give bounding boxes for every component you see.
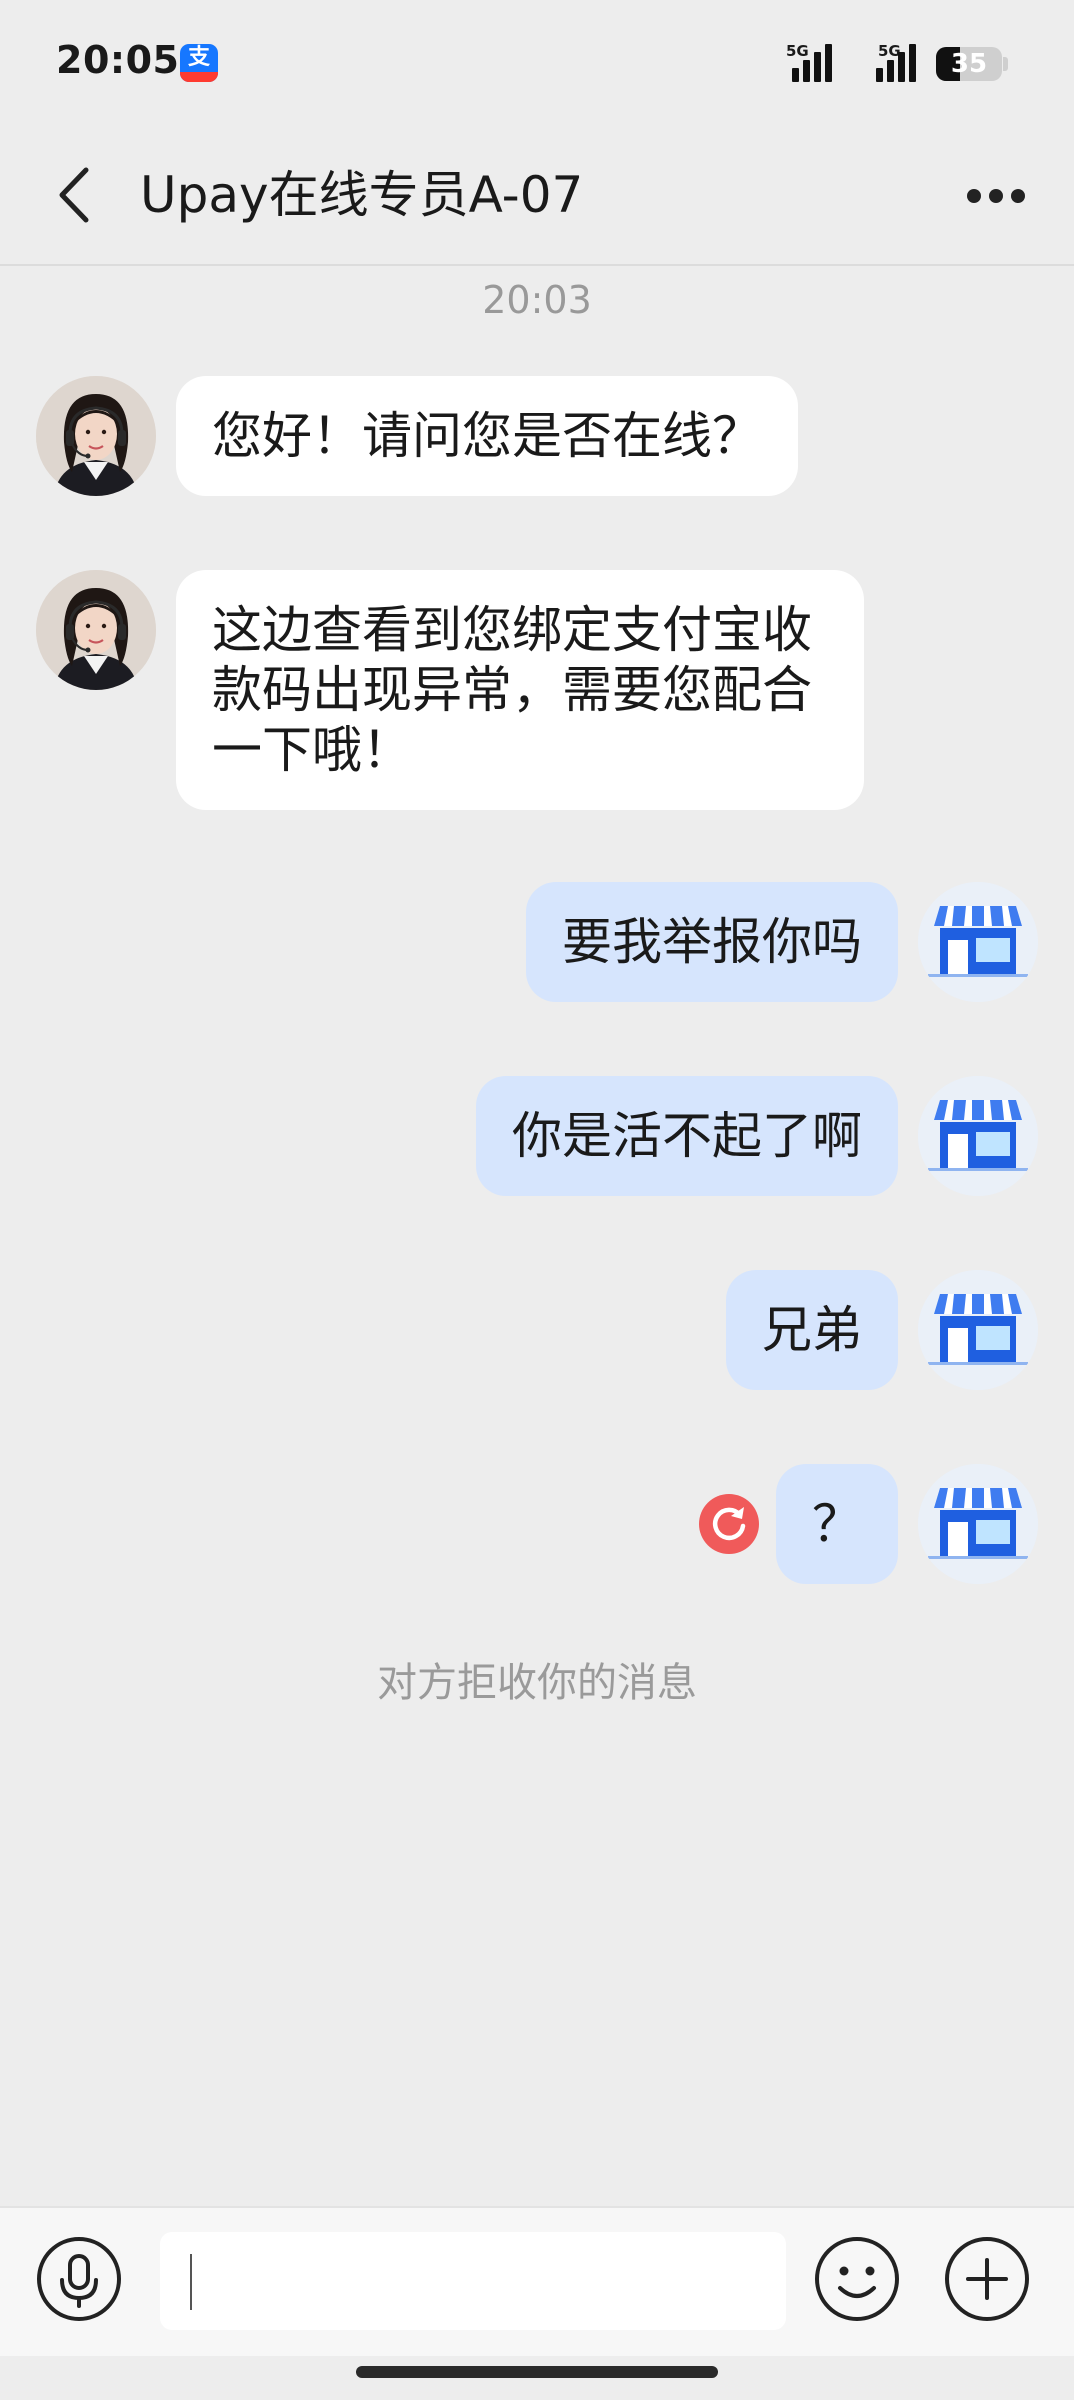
cellular-signal-icon: 5G <box>786 42 844 82</box>
shop-icon <box>918 882 1038 1002</box>
message-text: 兄弟 <box>762 1301 862 1359</box>
my-avatar[interactable] <box>918 1076 1038 1196</box>
chevron-left-icon <box>59 167 89 223</box>
input-bar <box>0 2206 1074 2356</box>
message-text: ？ <box>812 1495 862 1553</box>
message-bubble[interactable]: 你是活不起了啊 <box>476 1076 898 1196</box>
message-text: 要我举报你吗 <box>562 913 862 971</box>
message-text: 您好！请问您是否在线？ <box>212 407 762 465</box>
message-text-line: 款码出现异常，需要您配合 <box>212 661 812 719</box>
message-bubble[interactable]: 这边查看到您绑定支付宝收 款码出现异常，需要您配合 一下哦！ <box>176 570 864 810</box>
agent-avatar-icon <box>36 570 156 690</box>
my-avatar[interactable] <box>918 882 1038 1002</box>
emoji-button[interactable] <box>814 2236 900 2322</box>
battery-icon: 35 <box>936 47 1002 81</box>
shop-icon <box>918 1270 1038 1390</box>
chat-header: Upay在线专员A-07 <box>0 130 1074 266</box>
message-text-line: 这边查看到您绑定支付宝收 <box>212 601 812 659</box>
home-indicator[interactable] <box>356 2366 718 2378</box>
voice-button[interactable] <box>36 2236 122 2322</box>
cellular-signal-icon-2: 5G <box>864 42 922 82</box>
agent-avatar-icon <box>36 376 156 496</box>
agent-avatar[interactable] <box>36 376 156 496</box>
plus-icon <box>945 2237 1029 2321</box>
agent-avatar[interactable] <box>36 570 156 690</box>
more-actions-button[interactable] <box>944 2236 1030 2322</box>
message-bubble[interactable]: 兄弟 <box>726 1270 898 1390</box>
shop-icon <box>918 1076 1038 1196</box>
back-button[interactable] <box>44 160 114 230</box>
chat-timestamp: 20:03 <box>482 278 592 322</box>
status-bar: 20:05 支 5G 5G 35 <box>0 0 1074 130</box>
text-caret <box>190 2254 192 2310</box>
my-avatar[interactable] <box>918 1270 1038 1390</box>
failed-resend-icon <box>699 1494 759 1554</box>
my-avatar[interactable] <box>918 1464 1038 1584</box>
status-time: 20:05 <box>56 38 180 82</box>
microphone-icon <box>37 2237 121 2321</box>
message-bubble[interactable]: 您好！请问您是否在线？ <box>176 376 798 496</box>
more-button[interactable] <box>964 166 1034 226</box>
shop-icon <box>918 1464 1038 1584</box>
message-text: 你是活不起了啊 <box>512 1107 862 1165</box>
network-type-label: 5G <box>786 42 809 60</box>
message-input[interactable] <box>160 2232 786 2330</box>
smiley-icon <box>815 2237 899 2321</box>
battery-level: 35 <box>950 49 988 79</box>
message-bubble[interactable]: ？ <box>776 1464 898 1584</box>
alipay-icon: 支 <box>180 44 218 82</box>
alipay-icon-glyph: 支 <box>187 45 210 70</box>
resend-button[interactable] <box>698 1493 760 1555</box>
more-dots-icon <box>967 189 1025 203</box>
message-bubble[interactable]: 要我举报你吗 <box>526 882 898 1002</box>
chat-title: Upay在线专员A-07 <box>140 166 584 224</box>
message-text-line: 一下哦！ <box>212 721 412 779</box>
system-notice: 对方拒收你的消息 <box>377 1660 697 1706</box>
